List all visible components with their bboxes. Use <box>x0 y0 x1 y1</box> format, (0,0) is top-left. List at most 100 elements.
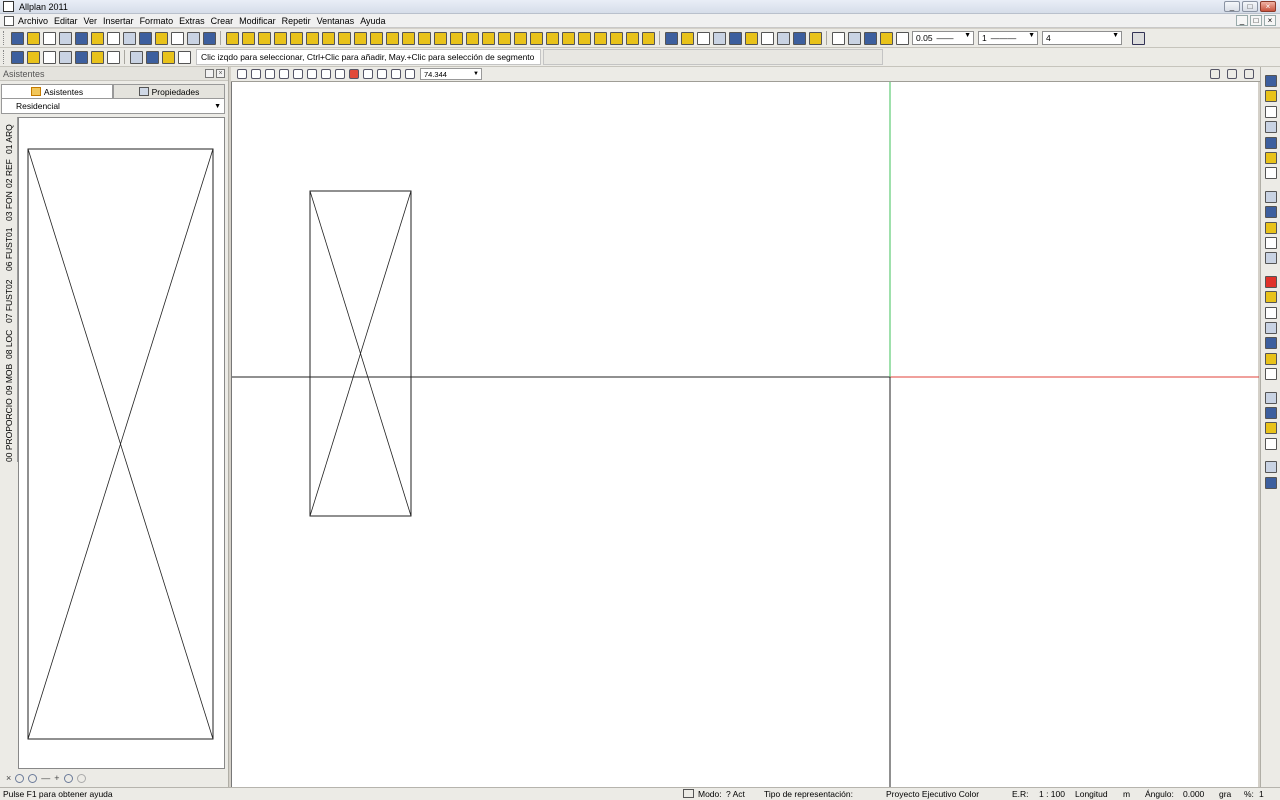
room-icon[interactable] <box>449 31 463 45</box>
menu-repetir[interactable]: Repetir <box>282 16 317 26</box>
hatch-icon[interactable] <box>1265 352 1277 365</box>
sphere-icon[interactable] <box>1265 190 1277 203</box>
select-icon[interactable] <box>106 50 120 64</box>
rotate-icon[interactable] <box>363 69 373 79</box>
menu-modificar[interactable]: Modificar <box>239 16 282 26</box>
dimension-icon[interactable] <box>529 31 543 45</box>
wall-icon[interactable] <box>225 31 239 45</box>
camera-icon[interactable] <box>1265 407 1277 419</box>
arc-icon[interactable] <box>776 31 790 45</box>
layers-icon[interactable] <box>1265 221 1277 234</box>
door-icon[interactable] <box>385 31 399 45</box>
measure-icon[interactable] <box>1265 121 1277 134</box>
play-icon[interactable] <box>405 69 415 79</box>
wall3-icon[interactable] <box>257 31 271 45</box>
wall-icon[interactable] <box>1265 291 1277 304</box>
hatch2-icon[interactable] <box>744 31 758 45</box>
menu-formato[interactable]: Formato <box>140 16 180 26</box>
save-icon[interactable] <box>42 31 56 45</box>
plan-icon[interactable] <box>1265 206 1277 219</box>
prev-view-icon[interactable] <box>321 69 331 79</box>
filter-icon[interactable] <box>90 50 104 64</box>
pattern-icon[interactable] <box>497 31 511 45</box>
slab-icon[interactable] <box>321 31 335 45</box>
list-icon[interactable] <box>577 31 591 45</box>
status-length-unit[interactable]: m <box>1123 789 1130 799</box>
new-icon[interactable] <box>10 31 24 45</box>
regen-icon[interactable] <box>279 69 289 79</box>
line-type-icon[interactable] <box>863 31 877 45</box>
fill-icon[interactable] <box>895 31 909 45</box>
table-icon[interactable] <box>561 31 575 45</box>
undo-view-icon[interactable] <box>377 69 387 79</box>
red-square-icon[interactable] <box>1265 275 1277 288</box>
roof-icon[interactable] <box>1265 306 1277 319</box>
status-repr-value[interactable]: Proyecto Ejecutivo Color <box>886 789 979 799</box>
line-type-combo[interactable]: 1 ——— ▼ <box>978 31 1038 45</box>
redo-view-icon[interactable] <box>391 69 401 79</box>
close-button[interactable]: × <box>1260 1 1276 12</box>
pen-icon[interactable] <box>641 31 655 45</box>
vtab-09-mob[interactable]: 09 MOB <box>2 359 18 395</box>
opening-icon[interactable] <box>401 31 415 45</box>
beam-icon[interactable] <box>1265 368 1277 381</box>
color-icon[interactable] <box>74 50 88 64</box>
properties-icon[interactable] <box>129 50 143 64</box>
tab-asistentes[interactable]: Asistentes <box>1 84 113 98</box>
zoom-out-icon[interactable] <box>293 69 303 79</box>
document-icon[interactable] <box>4 15 14 26</box>
pipette-icon[interactable] <box>10 50 24 64</box>
color-icon[interactable] <box>680 31 694 45</box>
menu-ver[interactable]: Ver <box>84 16 104 26</box>
text-icon[interactable] <box>513 31 527 45</box>
restore-view-icon[interactable] <box>1210 69 1220 79</box>
print-icon[interactable] <box>58 31 72 45</box>
vtab-08-loc[interactable]: 08 LOC <box>2 323 18 359</box>
paste-icon[interactable] <box>177 50 191 64</box>
zoom-window-icon[interactable] <box>28 773 38 783</box>
find-icon[interactable] <box>712 31 726 45</box>
pen-thickness-combo[interactable]: 0.05 —— ▼ <box>912 31 974 45</box>
paint-icon[interactable] <box>170 31 184 45</box>
vtab-07-fust02[interactable]: 07 FUST02 <box>2 271 18 323</box>
hatch-icon[interactable] <box>481 31 495 45</box>
close-icon[interactable]: × <box>6 773 11 783</box>
eraser-icon[interactable] <box>58 50 72 64</box>
menu-ayuda[interactable]: Ayuda <box>360 16 391 26</box>
menu-editar[interactable]: Editar <box>54 16 84 26</box>
layout-icon[interactable] <box>90 31 104 45</box>
facade-icon[interactable] <box>465 31 479 45</box>
render-icon[interactable] <box>349 69 359 79</box>
pin-icon[interactable] <box>205 69 214 78</box>
vtab-01-arq[interactable]: 01 ARQ <box>2 117 18 154</box>
filter-icon[interactable] <box>696 31 710 45</box>
pencil-icon[interactable] <box>42 50 56 64</box>
redo-icon[interactable] <box>202 31 216 45</box>
text-icon[interactable] <box>1265 105 1277 118</box>
undo-icon[interactable] <box>186 31 200 45</box>
table-icon[interactable] <box>1265 237 1277 249</box>
report-icon[interactable] <box>593 31 607 45</box>
grid-icon[interactable] <box>1265 167 1277 180</box>
paint-icon[interactable] <box>145 50 159 64</box>
line-icon[interactable] <box>305 31 319 45</box>
zoom-window-icon[interactable] <box>251 69 261 79</box>
menu-ventanas[interactable]: Ventanas <box>317 16 361 26</box>
menu-crear[interactable]: Crear <box>211 16 240 26</box>
layer-icon[interactable] <box>625 31 639 45</box>
image-icon[interactable] <box>1265 152 1277 164</box>
navigation-icon[interactable] <box>335 69 345 79</box>
zoom-all-icon[interactable] <box>237 69 247 79</box>
vtab-02-ref[interactable]: 02 REF <box>2 154 18 188</box>
layer-icon[interactable] <box>26 50 40 64</box>
zoom-in-icon[interactable] <box>307 69 317 79</box>
chart-icon[interactable] <box>1265 461 1277 474</box>
redo-view-icon[interactable] <box>76 773 86 783</box>
mirror-icon[interactable] <box>792 31 806 45</box>
vtab-00-proporcio[interactable]: 00 PROPORCIO <box>2 395 18 462</box>
import-icon[interactable] <box>138 31 152 45</box>
skylight-icon[interactable] <box>433 31 447 45</box>
render-icon[interactable] <box>1265 437 1277 450</box>
menu-archivo[interactable]: Archivo <box>18 16 54 26</box>
dimension-icon[interactable] <box>1265 90 1277 103</box>
